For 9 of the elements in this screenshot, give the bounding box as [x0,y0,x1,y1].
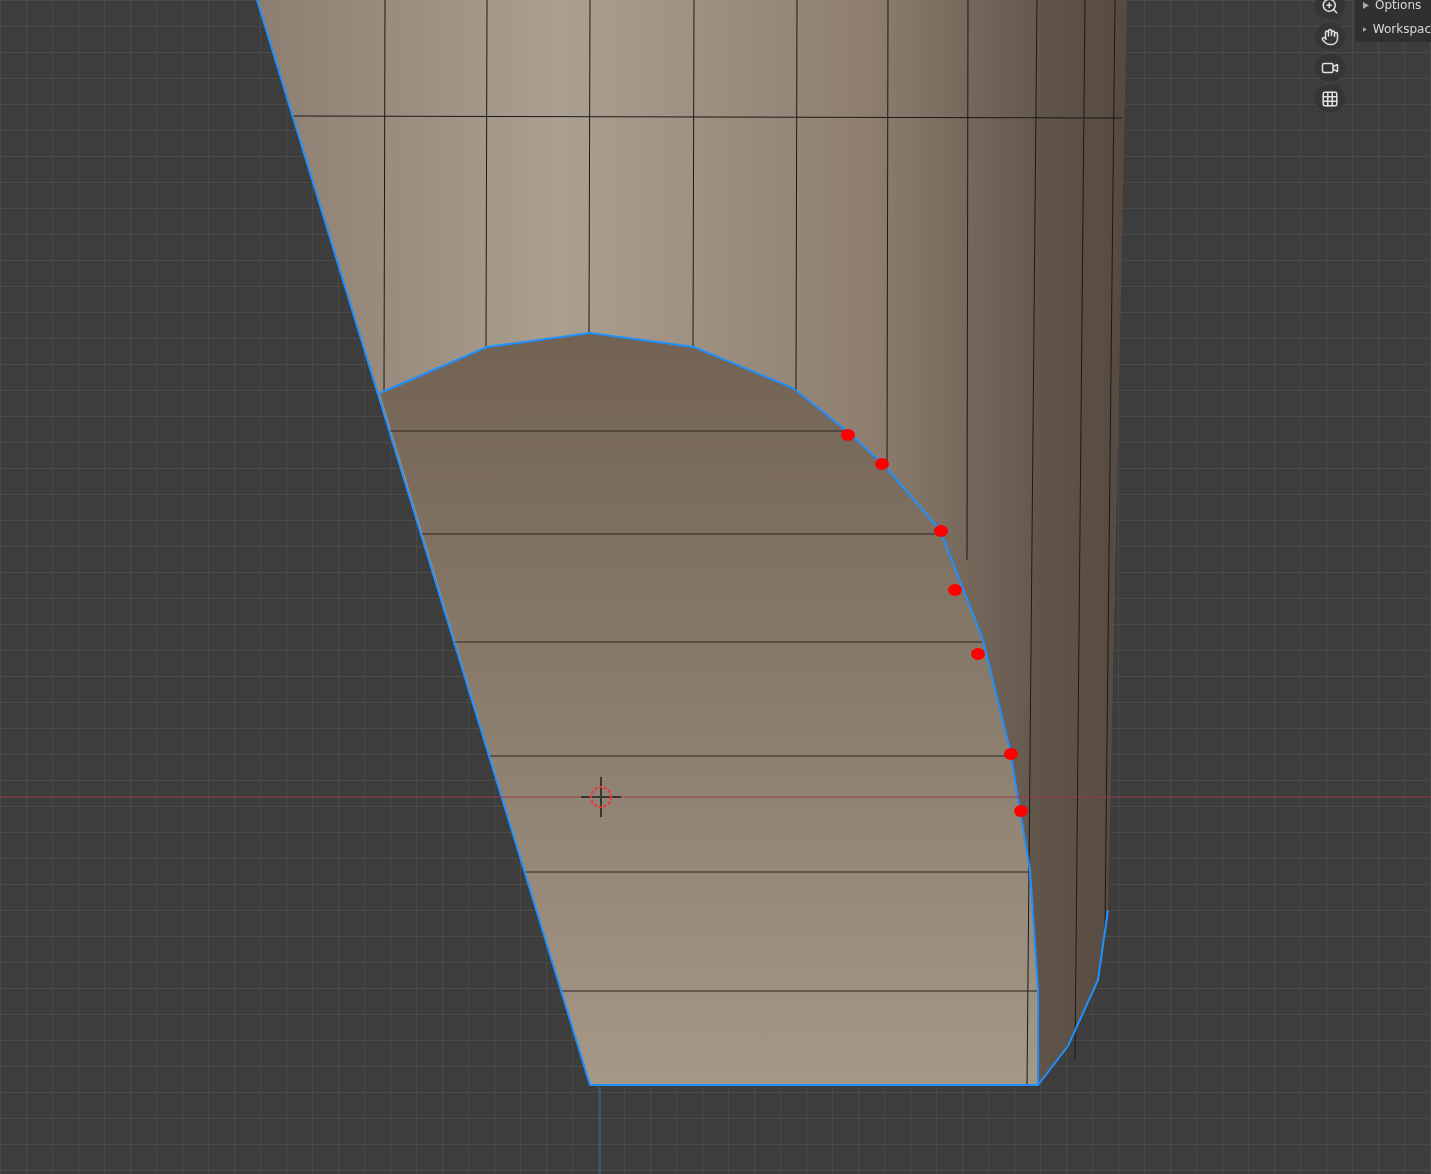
panel-section-header[interactable]: Workspac [1355,18,1431,40]
zoom-icon[interactable] [1315,0,1345,19]
cursor-icon [580,776,622,818]
triangle-icon [1363,25,1367,33]
hand-icon[interactable] [1315,23,1345,50]
grid-icon[interactable] [1315,85,1345,112]
triangle-icon [1363,1,1369,9]
panel-section-header[interactable]: Options [1355,0,1431,16]
camera-icon[interactable] [1315,54,1345,81]
